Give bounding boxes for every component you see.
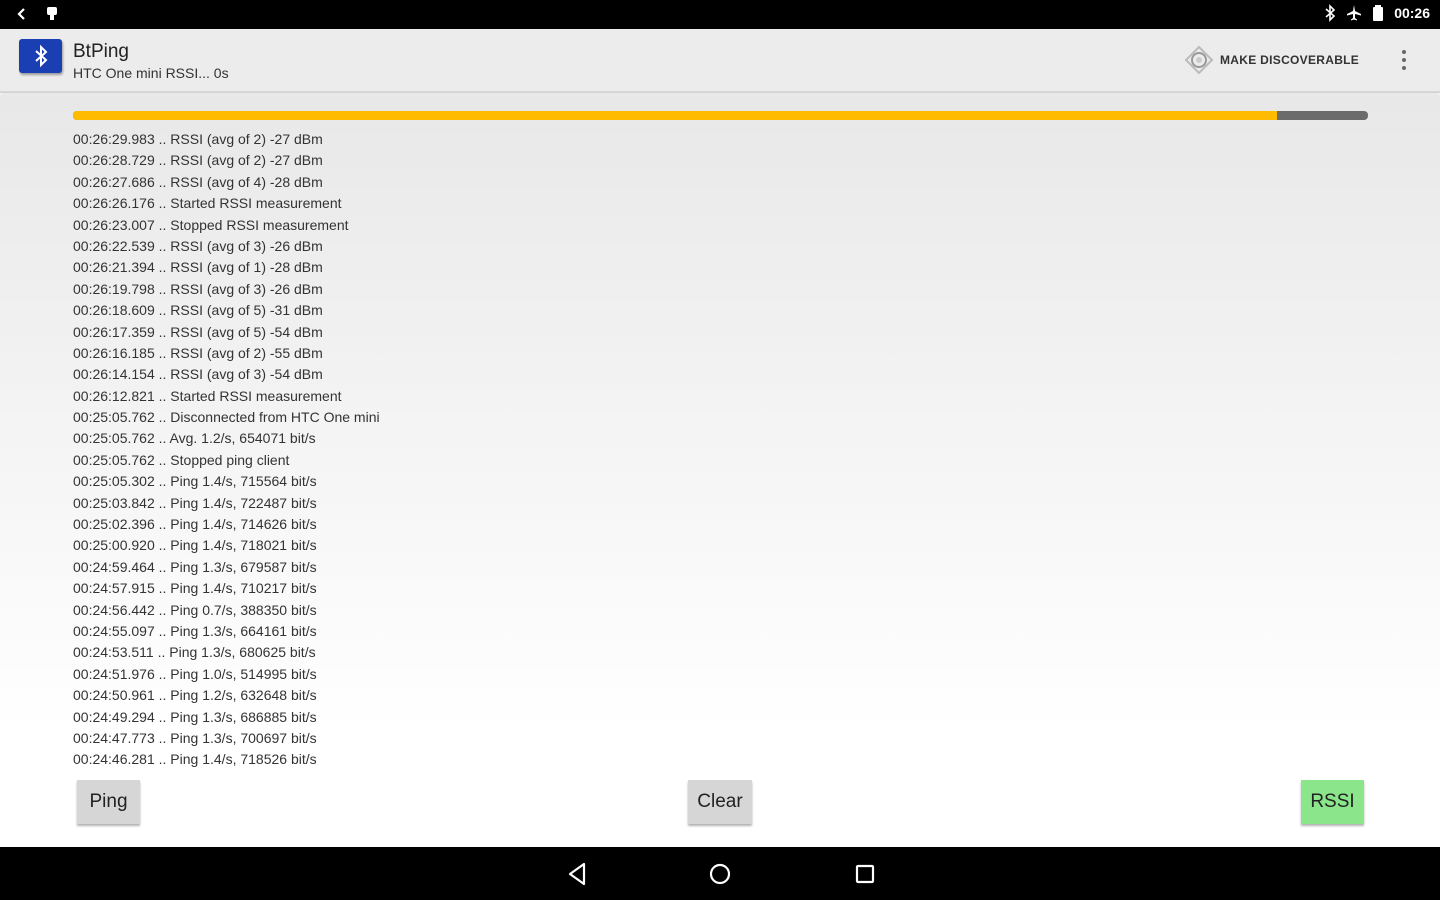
- overflow-menu-icon[interactable]: [1392, 43, 1416, 77]
- action-bar: BtPing HTC One mini RSSI... 0s MAKE DISC…: [0, 29, 1440, 93]
- back-arrow-icon: [17, 8, 25, 20]
- log-entry: 00:26:26.176 .. Started RSSI measurement: [73, 195, 342, 212]
- log-entry: 00:25:02.396 .. Ping 1.4/s, 714626 bit/s: [73, 516, 317, 533]
- log-entry: 00:24:46.281 .. Ping 1.4/s, 718526 bit/s: [73, 751, 317, 768]
- log-entry: 00:26:27.686 .. RSSI (avg of 4) -28 dBm: [73, 173, 323, 190]
- log-entry: 00:26:22.539 .. RSSI (avg of 3) -26 dBm: [73, 237, 323, 254]
- log-list[interactable]: 00:26:29.983 .. RSSI (avg of 2) -27 dBm 0…: [73, 129, 973, 771]
- battery-icon: [1373, 5, 1384, 21]
- make-discoverable-button[interactable]: MAKE DISCOVERABLE: [1184, 44, 1359, 76]
- log-entry: 00:24:50.961 .. Ping 1.2/s, 632648 bit/s: [73, 687, 317, 704]
- log-entry: 00:26:28.729 .. RSSI (avg of 2) -27 dBm: [73, 152, 323, 169]
- log-entry: 00:25:03.842 .. Ping 1.4/s, 722487 bit/s: [73, 494, 317, 511]
- make-discoverable-label: MAKE DISCOVERABLE: [1220, 53, 1360, 67]
- rssi-button[interactable]: RSSI: [1301, 780, 1364, 824]
- nav-back-icon[interactable]: [562, 859, 592, 889]
- log-entry: 00:24:53.511 .. Ping 1.3/s, 680625 bit/s: [73, 644, 316, 661]
- log-entry: 00:25:00.920 .. Ping 1.4/s, 718021 bit/s: [73, 537, 317, 554]
- log-entry: 00:26:19.798 .. RSSI (avg of 3) -26 dBm: [73, 280, 323, 297]
- progress-bar: [73, 111, 1368, 120]
- log-entry: 00:24:55.097 .. Ping 1.3/s, 664161 bit/s: [73, 622, 317, 639]
- airplane-mode-icon: [1347, 5, 1362, 21]
- navigation-bar: [0, 847, 1440, 900]
- log-entry: 00:26:17.359 .. RSSI (avg of 5) -54 dBm: [73, 323, 323, 340]
- notification-icon: [47, 7, 57, 20]
- main-content: 00:26:29.983 .. RSSI (avg of 2) -27 dBm 0…: [0, 95, 1440, 847]
- bluetooth-icon: [1325, 4, 1336, 22]
- log-entry: 00:26:29.983 .. RSSI (avg of 2) -27 dBm: [73, 131, 323, 147]
- log-entry: 00:25:05.762 .. Stopped ping client: [73, 451, 290, 468]
- log-entry: 00:24:59.464 .. Ping 1.3/s, 679587 bit/s: [73, 558, 317, 575]
- app-icon: [19, 39, 62, 73]
- log-entry: 00:26:21.394 .. RSSI (avg of 1) -28 dBm: [73, 259, 323, 276]
- clear-button[interactable]: Clear: [688, 780, 752, 824]
- status-time: 00:26: [1394, 5, 1430, 21]
- log-entry: 00:24:57.915 .. Ping 1.4/s, 710217 bit/s: [73, 580, 317, 597]
- app-title: BtPing: [73, 41, 129, 62]
- log-entry: 00:26:14.154 .. RSSI (avg of 3) -54 dBm: [73, 366, 323, 383]
- log-entry: 00:25:05.762 .. Disconnected from HTC On…: [73, 409, 380, 426]
- log-entry: 00:24:51.976 .. Ping 1.0/s, 514995 bit/s: [73, 665, 317, 682]
- log-entry: 00:26:23.007 .. Stopped RSSI measurement: [73, 216, 349, 233]
- nav-recents-icon[interactable]: [850, 859, 880, 889]
- log-entry: 00:24:56.442 .. Ping 0.7/s, 388350 bit/s: [73, 601, 317, 618]
- log-entry: 00:26:18.609 .. RSSI (avg of 5) -31 dBm: [73, 302, 323, 319]
- discoverable-icon: [1184, 45, 1214, 75]
- log-entry: 00:26:12.821 .. Started RSSI measurement: [73, 387, 342, 404]
- nav-home-icon[interactable]: [705, 859, 735, 889]
- status-bar: 00:26: [0, 0, 1440, 29]
- ping-button[interactable]: Ping: [77, 780, 140, 824]
- app-subtitle: HTC One mini RSSI... 0s: [73, 65, 229, 81]
- bluetooth-icon: [34, 44, 47, 68]
- log-entry: 00:24:49.294 .. Ping 1.3/s, 686885 bit/s: [73, 708, 317, 725]
- progress-fill: [73, 111, 1278, 120]
- log-entry: 00:25:05.762 .. Avg. 1.2/s, 654071 bit/s: [73, 430, 316, 447]
- log-entry: 00:26:16.185 .. RSSI (avg of 2) -55 dBm: [73, 344, 323, 361]
- log-entry: 00:24:47.773 .. Ping 1.3/s, 700697 bit/s: [73, 729, 317, 746]
- log-entry: 00:25:05.302 .. Ping 1.4/s, 715564 bit/s: [73, 473, 317, 490]
